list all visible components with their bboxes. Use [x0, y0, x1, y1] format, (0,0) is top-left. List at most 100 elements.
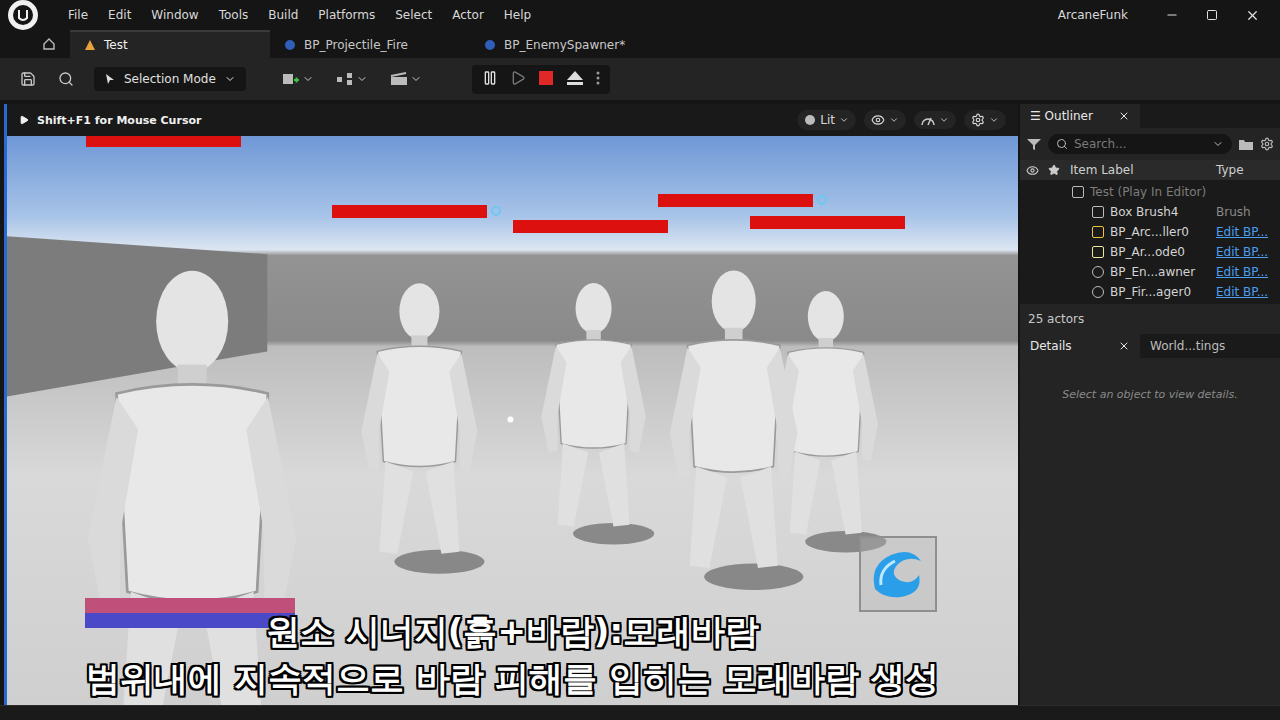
enemy-health-bar — [658, 194, 813, 207]
unreal-logo-icon[interactable] — [8, 0, 38, 30]
outliner-column-header: Item LabelType — [1020, 160, 1280, 180]
skill-slot[interactable] — [859, 536, 937, 612]
stop-icon[interactable] — [538, 70, 554, 89]
filter-icon[interactable] — [1026, 137, 1042, 151]
eject-icon[interactable] — [566, 70, 584, 89]
view-mode-button[interactable]: Lit — [797, 110, 856, 130]
menu-item[interactable]: Platforms — [310, 6, 383, 24]
status-effect-icon — [491, 206, 501, 216]
pause-icon[interactable] — [482, 70, 498, 89]
selection-mode-dropdown[interactable]: Selection Mode — [94, 67, 246, 91]
water-wave-icon — [867, 545, 929, 603]
outliner-row[interactable]: BP_Arc...ller0Edit BP... — [1020, 222, 1280, 242]
menu-item[interactable]: Build — [260, 6, 306, 24]
level-viewport[interactable]: Shift+F1 for Mouse Cursor Lit 원소 시너지(흙+바람)… — [4, 104, 1018, 705]
mouse-cursor-hint: Shift+F1 for Mouse Cursor — [37, 114, 201, 127]
play-indicator-icon — [19, 115, 29, 125]
subtitle-line: 원소 시너지(흙+바람):모래바람 — [266, 611, 759, 652]
enemy-health-bar — [332, 205, 487, 218]
menu-item[interactable]: Help — [496, 6, 539, 24]
close-tab-icon[interactable] — [1118, 340, 1130, 352]
actor-icon — [1092, 286, 1104, 298]
level-icon — [84, 39, 96, 51]
gamemode-icon — [1092, 246, 1104, 258]
actor-icon — [1092, 266, 1104, 278]
status-effect-icon — [817, 195, 827, 205]
column-header[interactable]: Item Label — [1070, 163, 1216, 177]
status-bar — [0, 705, 1280, 720]
outliner-row[interactable]: BP_Ar...ode0Edit BP... — [1020, 242, 1280, 262]
menu-item[interactable]: Actor — [444, 6, 492, 24]
type-cell[interactable]: Edit BP... — [1216, 245, 1274, 259]
enemy-health-bar — [86, 136, 241, 147]
column-header[interactable]: Type — [1216, 163, 1274, 177]
world-icon — [1072, 186, 1084, 198]
unreal-editor-window: FileEditWindow ToolsBuildPlatformsSelectA… — [0, 0, 1280, 720]
minimize-icon[interactable] — [1154, 8, 1190, 22]
viewport-header: Shift+F1 for Mouse Cursor Lit — [7, 104, 1018, 136]
brush-icon — [1092, 206, 1104, 218]
add-actor-icon[interactable] — [276, 71, 320, 87]
side-panel: ☰ OutlinerSearch...Item LabelTypeTest (P… — [1020, 104, 1280, 705]
visibility-icon[interactable] — [1026, 164, 1039, 177]
browse-icon[interactable] — [52, 71, 80, 87]
type-cell: Brush — [1216, 205, 1274, 219]
outliner-search-field[interactable]: Search... — [1048, 134, 1232, 154]
outliner-list: Test (Play In Editor)Box Brush4BrushBP_A… — [1020, 180, 1280, 304]
new-folder-icon[interactable] — [1238, 137, 1254, 151]
player-status-bars — [85, 598, 295, 628]
document-tab[interactable]: BP_EnemySpawner* — [470, 30, 670, 58]
mannequin-figure — [88, 271, 297, 705]
subtitles: 원소 시너지(흙+바람):모래바람범위내에 지속적으로 바람 피해를 입히는 모… — [7, 611, 1018, 699]
mannequin-figure — [361, 283, 477, 553]
controller-icon — [1092, 226, 1104, 238]
outliner-search-row: Search... — [1020, 128, 1280, 160]
close-icon[interactable] — [1234, 8, 1270, 23]
blueprint-icon — [484, 39, 496, 51]
outliner-row[interactable]: Test (Play In Editor) — [1020, 182, 1280, 202]
document-tab[interactable]: Test — [70, 30, 270, 58]
performance-button[interactable] — [914, 111, 956, 129]
menu-item[interactable]: File — [60, 6, 96, 24]
mannequin-figure — [541, 283, 646, 526]
type-cell[interactable]: Edit BP... — [1216, 225, 1274, 239]
outliner-row[interactable]: BP_En...awnerEdit BP... — [1020, 262, 1280, 282]
document-tab[interactable]: BP_Projectile_Fire — [270, 30, 470, 58]
close-tab-icon[interactable] — [1118, 110, 1130, 122]
enemy-health-bar — [750, 216, 905, 229]
type-cell[interactable]: Edit BP... — [1216, 265, 1274, 279]
more-options-icon[interactable] — [596, 70, 600, 89]
player-mana-bar — [85, 613, 295, 628]
menu-item[interactable]: Edit — [100, 6, 139, 24]
blueprint-menu-icon[interactable] — [330, 72, 374, 86]
details-empty-message: Select an object to view details. — [1020, 358, 1280, 431]
viewport-settings-button[interactable] — [964, 110, 1006, 130]
outliner-row[interactable]: Box Brush4Brush — [1020, 202, 1280, 222]
settings-icon[interactable] — [1260, 137, 1274, 151]
title-bar: FileEditWindow ToolsBuildPlatformsSelectA… — [0, 0, 1280, 30]
outliner-tab[interactable]: ☰ Outliner — [1020, 104, 1140, 128]
document-tab-bar: TestBP_Projectile_FireBP_EnemySpawner* — [0, 30, 1280, 58]
play-controls — [472, 65, 610, 94]
player-health-bar — [85, 598, 295, 613]
menu-item[interactable]: Window — [143, 6, 206, 24]
star-icon[interactable] — [1048, 164, 1060, 176]
resume-icon[interactable] — [510, 70, 526, 89]
home-icon[interactable] — [34, 30, 64, 58]
save-icon[interactable] — [14, 71, 42, 87]
maximize-icon[interactable] — [1194, 9, 1230, 21]
game-scene[interactable]: 원소 시너지(흙+바람):모래바람범위내에 지속적으로 바람 피해를 입히는 모… — [7, 136, 1018, 705]
cinematics-icon[interactable] — [384, 72, 428, 86]
subtitle-line: 범위내에 지속적으로 바람 피해를 입히는 모래바람 생성 — [86, 658, 939, 699]
menu-item[interactable]: Tools — [211, 6, 257, 24]
menu-item[interactable]: Select — [387, 6, 440, 24]
details-tab[interactable]: World...tings — [1140, 334, 1260, 358]
blueprint-icon — [284, 39, 296, 51]
main-toolbar: Selection Mode — [0, 58, 1280, 100]
actor-count: 25 actors — [1020, 304, 1280, 334]
show-flags-button[interactable] — [864, 110, 906, 130]
outliner-row[interactable]: BP_Fir...ager0Edit BP... — [1020, 282, 1280, 302]
type-cell[interactable]: Edit BP... — [1216, 285, 1274, 299]
mannequin-figure — [670, 270, 798, 568]
details-tab[interactable]: Details — [1020, 334, 1140, 358]
